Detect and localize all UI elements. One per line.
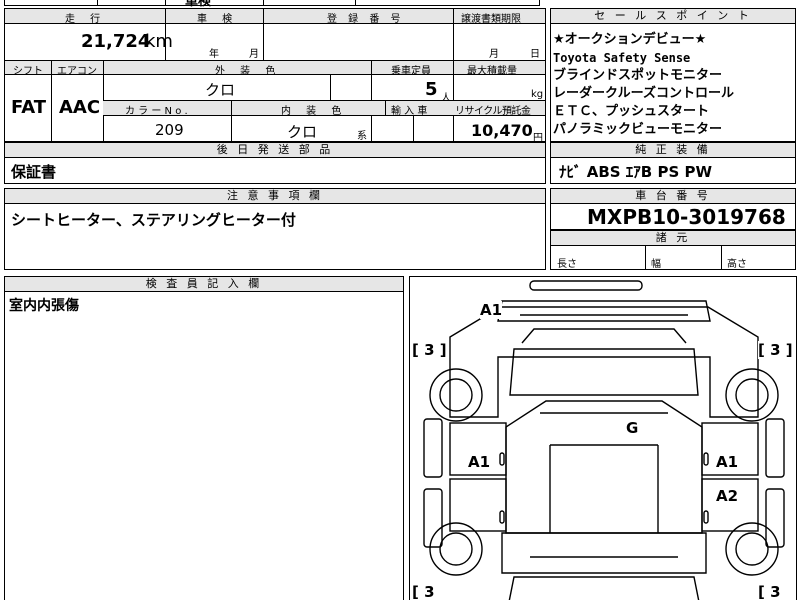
tire-mark-rear-left: [ 3 [412,583,435,600]
car-diagram [423,280,785,600]
notes-value: シートヒーター、ステアリングヒーター付 [11,211,296,229]
sales-point-line: ★オークションデビュー★ [553,32,707,47]
shift-header: シフト [13,66,43,77]
dimension-length-label: 長さ [557,259,577,270]
inspection-header: 車 検 [197,14,239,25]
notes-header: 注 意 事 項 欄 [227,189,323,202]
vehicle-info-table: 走 行 車 検 登 録 番 号 譲渡書類期限 21,724 km 年 月 月 日… [4,8,546,144]
genuine-equipment-box: 純 正 装 備 ﾅﾋﾞ ABS ｴｱB PS PW [550,142,796,184]
recycle-header: リサイクル預託金 [455,106,531,117]
tire-mark-front-right: [ 3 ] [758,341,793,359]
exterior-color-value: クロ [205,81,236,99]
recycle-value: 10,470 [471,121,533,140]
tire-mark-front-left: [ 3 ] [412,341,447,359]
sales-point-line: パノラミックビューモニター [553,122,723,137]
sales-point-line: ブラインドスポットモニター [553,68,723,83]
damage-mark-a1-left: A1 [468,453,491,471]
sales-points-list: ★オークションデビュー★ Toyota Safety Sense ブラインドスポ… [553,31,734,139]
aircon-value: AAC [59,97,101,118]
damage-map-box: A1 G A1 A1 A2 [ 3 ] [ 3 ] [ 3 [ 3 [409,276,797,600]
sales-points-header: セ ー ル ス ポ イ ン ト [594,9,752,22]
inspection-month-label: 月 [249,49,259,60]
dimensions-box: 諸 元 長さ 幅 高さ [550,230,796,270]
inspector-header: 検 査 員 記 入 欄 [145,277,263,290]
transfer-month-label: 月 [489,49,499,60]
sales-point-line: レーダークルーズコントロール [553,86,734,101]
sales-point-line: Toyota Safety Sense [553,51,691,65]
genuine-equipment-value: ﾅﾋﾞ ABS ｴｱB PS PW [559,163,713,181]
mileage-header: 走 行 [65,14,107,25]
damage-mark-a1-right: A1 [716,453,739,471]
aircon-header: エアコン [57,66,97,77]
inspector-box: 検 査 員 記 入 欄 室内内張傷 [4,276,404,600]
sales-point-line: ＥＴＣ、プッシュスタート [553,104,710,119]
color-no-value: 209 [155,121,184,139]
import-header: 輸 入 車 [391,106,428,117]
dimensions-header: 諸 元 [655,231,691,244]
notes-box: 注 意 事 項 欄 シートヒーター、ステアリングヒーター付 [4,188,546,270]
mileage-value: 21,724 [81,31,151,52]
inspector-value: 室内内張傷 [9,298,79,314]
tire-mark-rear-right: [ 3 [758,583,781,600]
chassis-value: MXPB10-3019768 [587,205,786,229]
dimension-width-label: 幅 [651,259,661,270]
damage-mark-g: G [626,419,639,437]
followup-parts-box: 後 日 発 送 部 品 保証書 [4,142,546,184]
transfer-deadline-header: 譲渡書類期限 [461,14,521,25]
chassis-header: 車 台 番 号 [635,189,711,202]
registration-header: 登 録 番 号 [327,14,405,25]
followup-parts-header: 後 日 発 送 部 品 [216,143,334,156]
inspection-year-label: 年 [209,49,219,60]
damage-mark-a1-top: A1 [480,301,503,319]
interior-color-value: クロ [287,123,318,141]
mileage-unit: km [145,31,173,52]
transfer-day-label: 日 [530,49,540,60]
top-strip: 車検 [4,0,540,9]
dimension-height-label: 高さ [727,259,747,270]
interior-color-suffix: 系 [357,131,367,142]
followup-parts-value: 保証書 [11,163,57,181]
color-no-header: カ ラ ー N o . [125,106,188,117]
capacity-value: 5 [425,79,438,100]
shift-value: FAT [11,97,47,118]
chassis-box: 車 台 番 号 MXPB10-3019768 [550,188,796,230]
max-load-unit: kg [531,89,544,100]
sales-points-box: セ ー ル ス ポ イ ン ト ★オークションデビュー★ Toyota Safe… [550,8,796,142]
interior-color-header: 内 装 色 [281,106,348,117]
damage-mark-a2-right: A2 [716,487,739,505]
genuine-equipment-header: 純 正 装 備 [635,143,711,156]
